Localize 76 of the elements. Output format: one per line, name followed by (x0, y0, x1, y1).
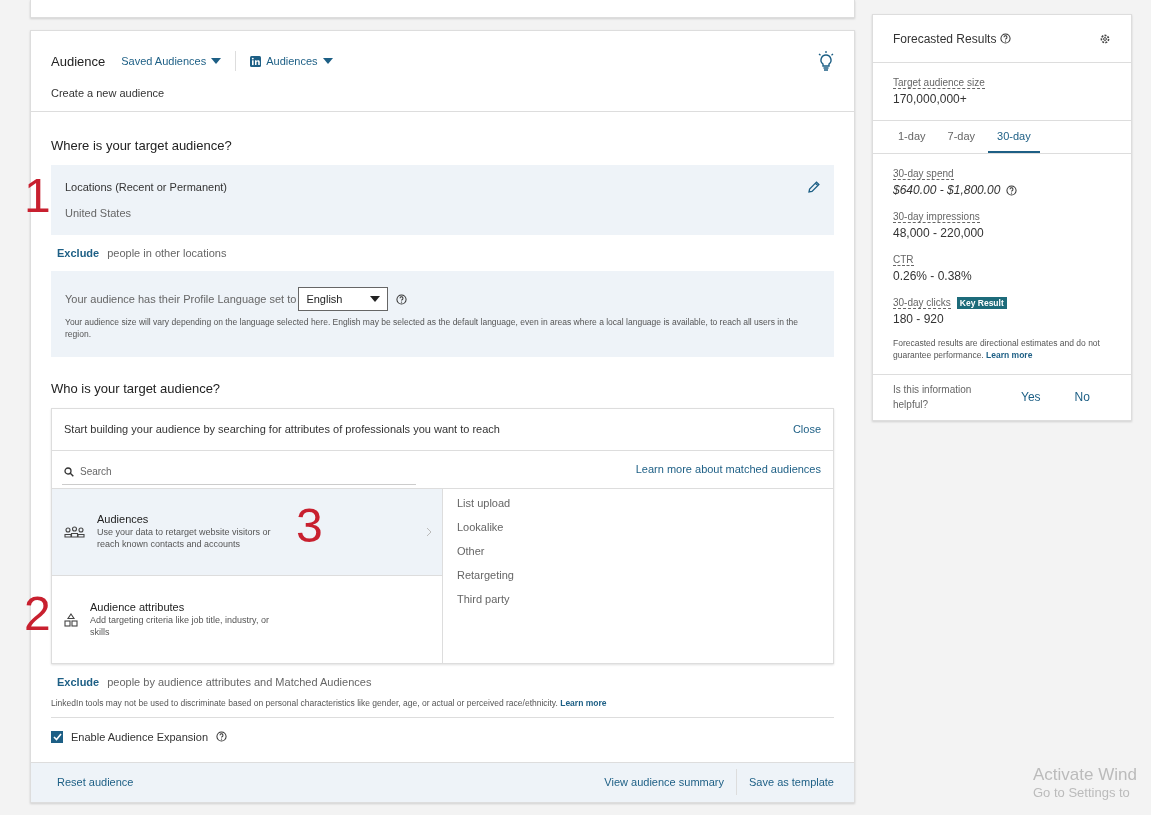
metric-value: 0.26% - 0.38% (893, 269, 972, 283)
period-tab[interactable]: 30-day (988, 121, 1040, 153)
watermark-text: Activate Wind (1033, 765, 1137, 785)
card-subtitle: Create a new audience (51, 87, 166, 99)
matched-audiences-link[interactable]: Learn more about matched audiences (635, 463, 821, 476)
language-prompt: Your audience has their Profile Language set to (65, 293, 297, 305)
help-icon[interactable] (1000, 33, 1012, 44)
category-description: Add targeting criteria like job title, industry, or skills (90, 614, 270, 639)
expansion-label: Enable Audience Expansion (71, 730, 208, 743)
people-icon (64, 526, 85, 539)
language-note: Your audience size will vary depending on the language selected here. English may be selected as the default language, even in areas where a local language is available, to reach all users in the region. (65, 317, 800, 341)
metric-value: 170,000,000+ (893, 92, 968, 106)
chevron-right-icon (426, 527, 432, 538)
annotation-number: 1 (24, 172, 51, 220)
reset-audience-button[interactable]: Reset audience (57, 776, 134, 789)
caret-icon (211, 58, 222, 64)
location-value: United States (65, 207, 133, 219)
caret-icon (370, 296, 381, 302)
help-icon[interactable] (216, 731, 227, 743)
period-tab[interactable]: 1-day (889, 121, 935, 153)
pencil-icon[interactable] (808, 181, 820, 193)
section-heading: Where is your target audience? (51, 138, 233, 153)
metric-label: 30-day clicks (893, 297, 951, 309)
shapes-icon (64, 612, 78, 627)
metric-value: 180 - 920 (893, 312, 944, 326)
feedback-question: Is this information helpful? (893, 383, 973, 413)
card-title: Audience (51, 53, 106, 69)
caret-icon (322, 58, 333, 64)
expansion-checkbox[interactable] (51, 730, 63, 743)
subcategory-item[interactable]: Lookalike (457, 520, 514, 533)
subcategory-item[interactable]: Third party (457, 592, 514, 605)
save-template-button[interactable]: Save as template (749, 776, 834, 789)
exclude-text: people in other locations (107, 247, 227, 259)
search-icon (64, 467, 74, 478)
help-icon[interactable] (1006, 184, 1018, 196)
view-summary-button[interactable]: View audience summary (604, 776, 724, 789)
watermark-text: Go to Settings to (1033, 785, 1131, 800)
locations-label: Locations (Recent or Permanent) (65, 181, 228, 193)
metric-value: $640.00 - $1,800.00 (893, 183, 1001, 197)
builder-prompt: Start building your audience by searching for attributes of professionals you want to reach (64, 423, 500, 436)
metric-label: 30-day impressions (893, 211, 980, 223)
category-description: Use your data to retarget website visitors or reach known contacts and accounts (97, 527, 272, 551)
exclude-link[interactable]: Exclude (57, 247, 100, 259)
metric-label: CTR (893, 254, 914, 266)
annotation-number: 3 (296, 502, 323, 550)
language-select[interactable]: English (298, 287, 389, 311)
period-tab[interactable]: 7-day (938, 121, 985, 153)
disclaimer-text: LinkedIn tools may not be used to discriminate based on personal characteristics like gender, age, or actual or perceived race/ethnicity. Learn more (51, 697, 834, 718)
saved-audiences-dropdown[interactable]: Saved Audiences (121, 55, 222, 67)
metric-value: 48,000 - 220,000 (893, 226, 984, 240)
forecast-note: Forecasted results are directional estimates and do not guarantee performance. Learn more (893, 338, 1101, 362)
panel-title: Forecasted Results (893, 31, 997, 46)
exclude-link[interactable]: Exclude (57, 675, 100, 688)
metric-label: 30-day spend (893, 168, 954, 180)
subcategory-item[interactable]: List upload (457, 496, 514, 509)
key-result-badge: Key Result (956, 297, 1007, 309)
annotation-number: 2 (24, 590, 51, 638)
learn-more-link[interactable]: Learn more (986, 349, 1033, 360)
help-icon[interactable] (396, 293, 408, 305)
subcategory-item[interactable]: Other (457, 544, 514, 557)
lightbulb-icon[interactable] (818, 51, 834, 71)
yes-button[interactable]: Yes (1015, 389, 1047, 406)
category-title: Audiences (97, 513, 150, 526)
close-button[interactable]: Close (792, 423, 821, 436)
category-item[interactable]: Audience attributes Add targeting criteria like job title, industry, or skills (52, 576, 442, 663)
audiences-dropdown[interactable]: Audiences (250, 55, 333, 67)
category-title: Audience attributes (90, 600, 186, 613)
learn-more-link[interactable]: Learn more (560, 697, 607, 708)
metric-label: Target audience size (893, 77, 985, 89)
in-logo-icon (250, 55, 262, 67)
search-field[interactable]: Search (62, 459, 416, 486)
no-button[interactable]: No (1068, 389, 1096, 406)
settings-icon[interactable] (1099, 32, 1111, 45)
section-heading: Who is your target audience? (51, 380, 222, 396)
exclude-text: people by audience attributes and Matched Audiences (107, 675, 372, 688)
subcategory-item[interactable]: Retargeting (457, 568, 514, 581)
